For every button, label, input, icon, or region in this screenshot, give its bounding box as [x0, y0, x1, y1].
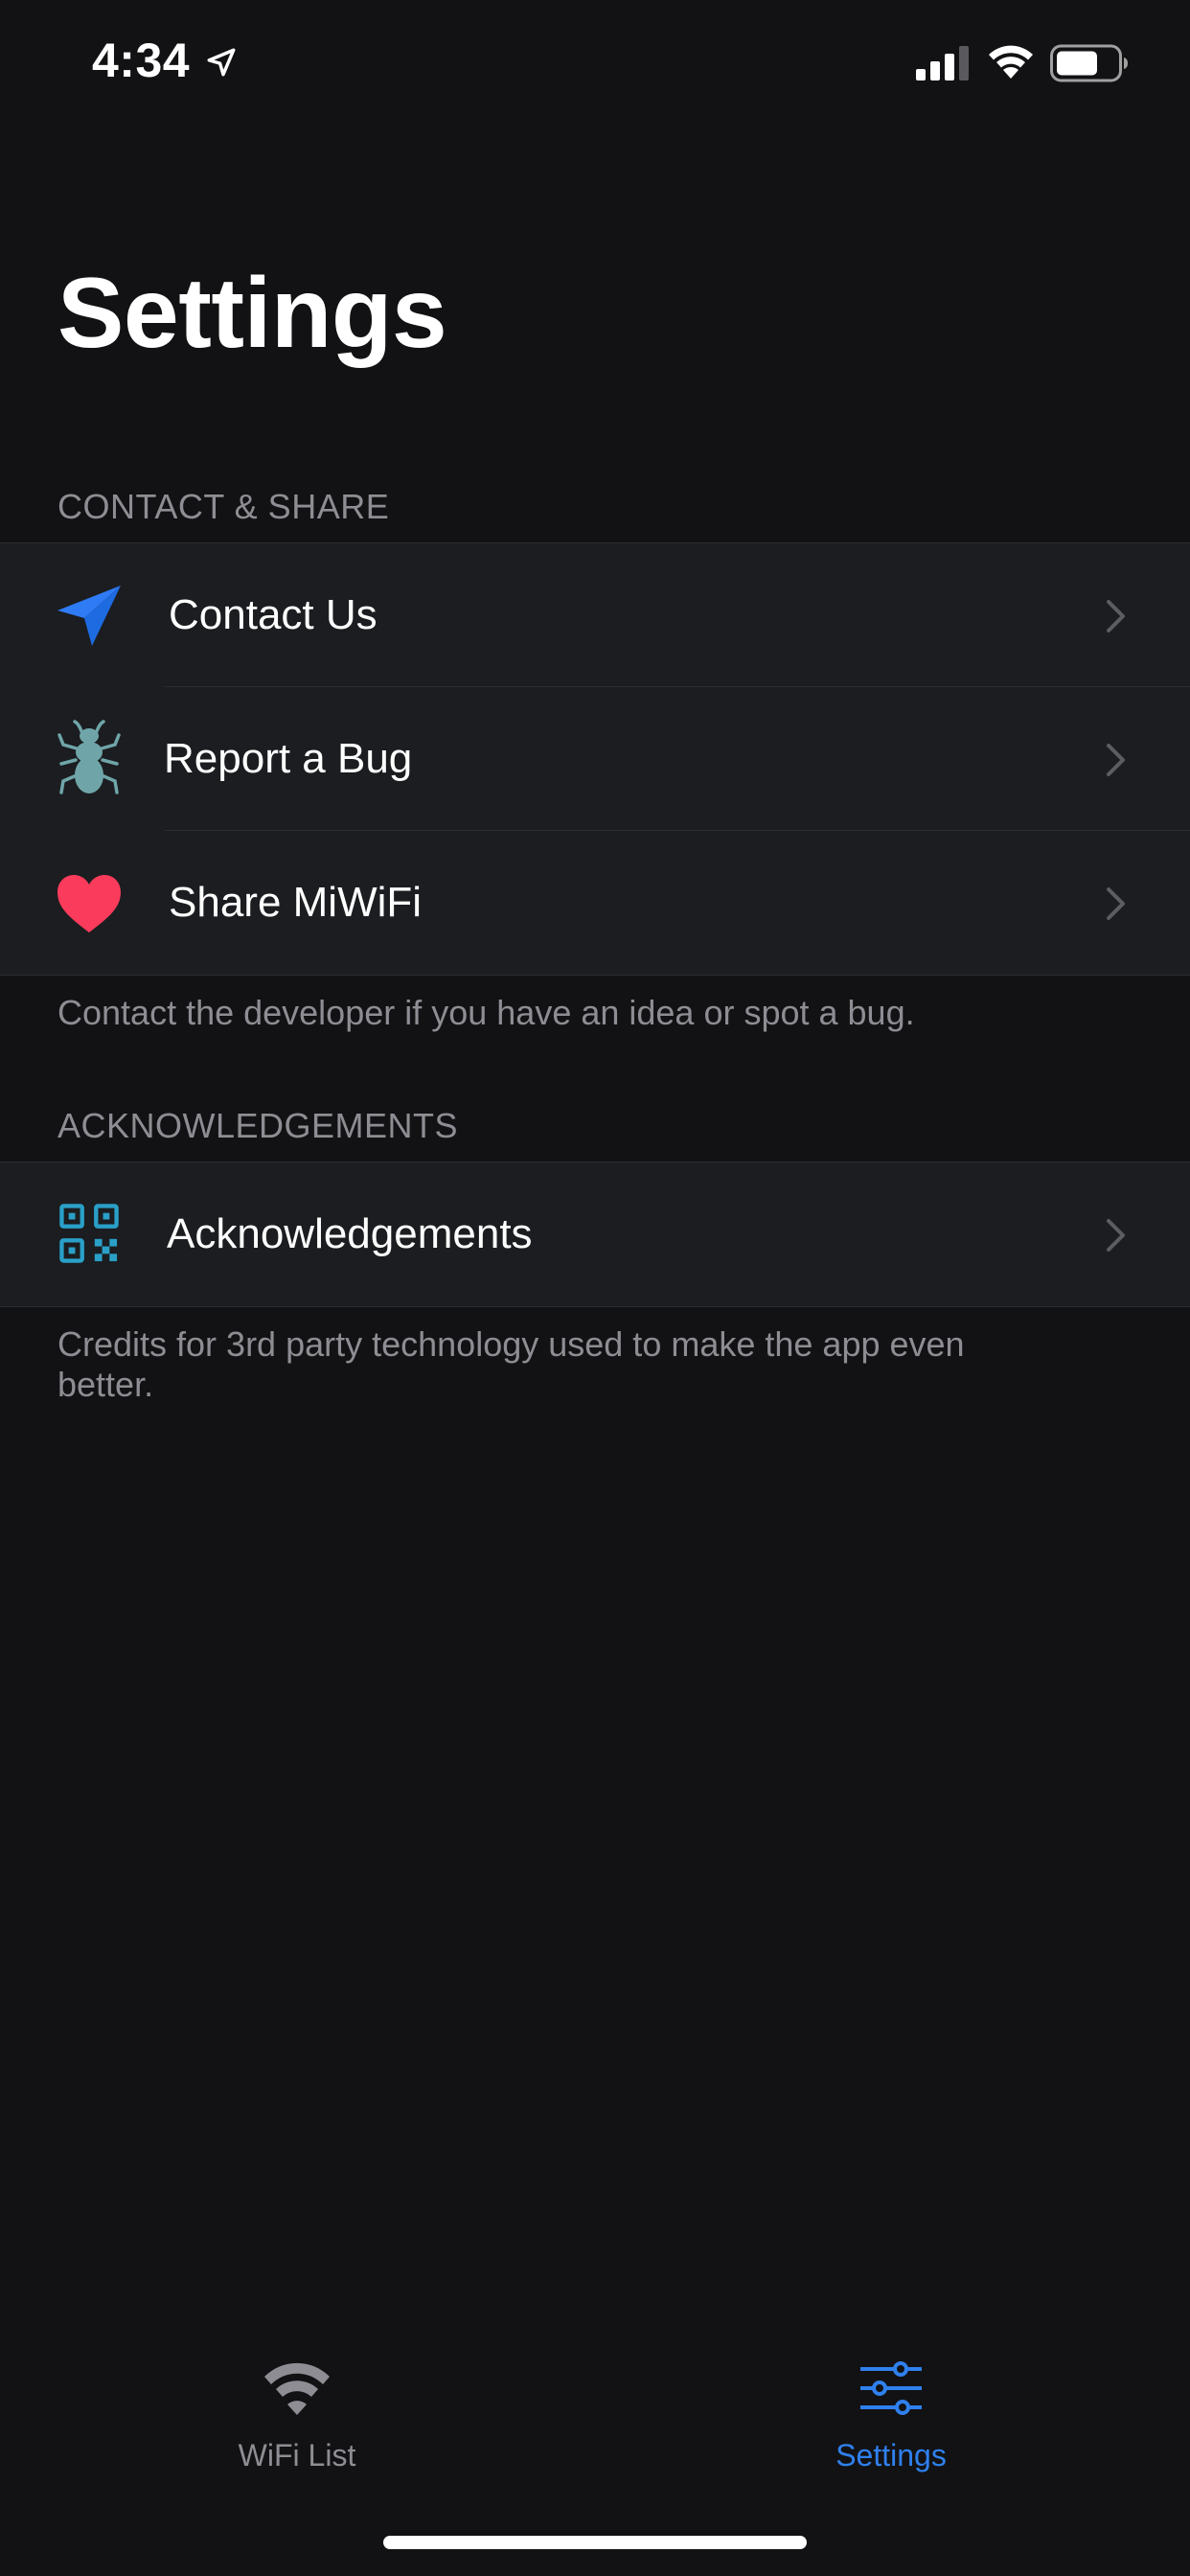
status-bar: 4:34	[0, 0, 1190, 126]
bug-icon	[57, 720, 121, 794]
wifi-icon	[989, 45, 1033, 79]
acknowledgements-group: Acknowledgements	[0, 1162, 1190, 1307]
wifi-icon	[264, 2362, 330, 2415]
tab-bar: WiFi List Settings	[0, 2300, 1190, 2576]
sliders-icon	[860, 2361, 922, 2415]
contact-us-row[interactable]: Contact Us	[0, 543, 1190, 687]
report-bug-label: Report a Bug	[164, 735, 413, 782]
acknowledgements-label: Acknowledgements	[167, 1210, 533, 1257]
acknowledgements-row[interactable]: Acknowledgements	[0, 1162, 1190, 1306]
chevron-right-icon	[1107, 744, 1125, 776]
share-miwifi-row[interactable]: Share MiWiFi	[0, 831, 1190, 975]
section-header-acknowledgements: ACKNOWLEDGEMENTS	[57, 1106, 459, 1145]
report-bug-row[interactable]: Report a Bug	[0, 687, 1190, 831]
section-footer-acknowledgements: Credits for 3rd party technology used to…	[57, 1324, 965, 1404]
battery-icon	[1050, 44, 1128, 82]
heart-icon	[57, 875, 121, 932]
cellular-signal-icon	[916, 46, 969, 80]
share-miwifi-label: Share MiWiFi	[169, 879, 423, 926]
chevron-right-icon	[1107, 600, 1125, 632]
tab-settings-label: Settings	[835, 2438, 947, 2472]
chevron-right-icon	[1107, 1219, 1125, 1252]
section-footer-contact-share: Contact the developer if you have an ide…	[57, 993, 915, 1032]
paper-plane-icon	[57, 586, 121, 646]
tab-settings[interactable]: Settings	[699, 2358, 1083, 2511]
chevron-right-icon	[1107, 887, 1125, 920]
status-time: 4:34	[92, 34, 191, 87]
section-header-contact-share: CONTACT & SHARE	[57, 487, 390, 526]
tab-wifi-list[interactable]: WiFi List	[105, 2358, 489, 2511]
qr-code-icon	[59, 1204, 119, 1263]
page-title: Settings	[57, 258, 447, 369]
home-indicator[interactable]	[383, 2536, 807, 2549]
contact-us-label: Contact Us	[169, 591, 378, 638]
location-arrow-icon	[207, 48, 236, 77]
tab-wifi-list-label: WiFi List	[238, 2438, 356, 2472]
contact-share-group: Contact Us Report a Bug Share MiWiFi	[0, 542, 1190, 976]
